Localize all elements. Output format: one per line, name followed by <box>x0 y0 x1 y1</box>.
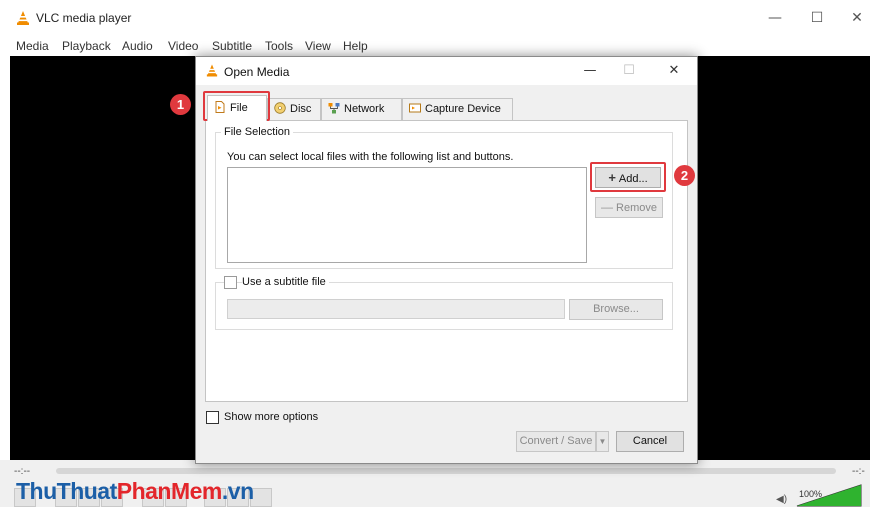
menu-playback[interactable]: Playback <box>62 39 111 53</box>
menu-help[interactable]: Help <box>343 39 368 53</box>
seek-slider[interactable] <box>56 468 836 474</box>
dialog-minimize-icon[interactable]: — <box>575 59 605 83</box>
cancel-button[interactable]: Cancel <box>616 431 684 452</box>
tab-file[interactable]: File <box>207 95 267 121</box>
dialog-maximize-icon: ☐ <box>623 63 635 78</box>
tab-disc-label: Disc <box>290 103 312 115</box>
speaker-icon[interactable]: ◀) <box>776 494 787 505</box>
menu-view[interactable]: View <box>305 39 331 53</box>
tab-network-label: Network <box>344 103 385 115</box>
close-icon[interactable]: ✕ <box>840 6 870 30</box>
file-selection-help: You can select local files with the foll… <box>227 151 514 163</box>
tab-capture-device[interactable]: Capture Device <box>402 98 513 120</box>
menu-video[interactable]: Video <box>168 39 198 53</box>
tab-disc[interactable]: Disc <box>267 98 321 120</box>
step2-highlight <box>590 162 666 192</box>
menu-tools[interactable]: Tools <box>265 39 293 53</box>
file-icon <box>215 101 225 113</box>
cancel-button-label: Cancel <box>632 435 668 447</box>
menu-media[interactable]: Media <box>16 39 49 53</box>
dialog-titlebar: Open Media — ☐ ✕ <box>196 57 697 85</box>
file-selection-title: File Selection <box>221 126 294 138</box>
file-list[interactable] <box>227 167 587 263</box>
vlc-cone-icon <box>17 11 29 25</box>
convert-save-label: Convert / Save <box>519 435 593 447</box>
show-more-options-checkbox[interactable] <box>206 411 219 424</box>
remove-button-label: Remove <box>616 202 657 214</box>
step2-badge: 2 <box>674 165 695 186</box>
step1-badge: 1 <box>170 94 191 115</box>
dialog-close-icon[interactable]: ✕ <box>659 59 689 83</box>
subtitle-file-input <box>227 299 565 319</box>
menu-audio[interactable]: Audio <box>122 39 153 53</box>
minus-icon: — <box>601 200 614 214</box>
minimize-icon[interactable]: — <box>758 6 792 30</box>
remaining-time: --:- <box>852 466 865 477</box>
dialog-title: Open Media <box>224 65 290 79</box>
main-titlebar: VLC media player — ☐ ✕ <box>0 0 870 36</box>
tab-network[interactable]: Network <box>321 98 402 120</box>
tab-capture-device-label: Capture Device <box>425 103 501 115</box>
browse-button: Browse... <box>569 299 663 320</box>
use-subtitle-label: Use a subtitle file <box>242 276 329 288</box>
window-title: VLC media player <box>36 11 132 25</box>
open-media-dialog: Open Media — ☐ ✕ File Disc Network Captu… <box>195 56 698 464</box>
convert-save-dropdown: ▼ <box>596 431 609 452</box>
remove-button: — Remove <box>595 197 663 218</box>
show-more-options-label: Show more options <box>224 411 319 423</box>
volume-slider[interactable] <box>793 481 865 507</box>
elapsed-time: --:-- <box>14 466 31 477</box>
maximize-icon[interactable]: ☐ <box>800 6 834 30</box>
browse-button-label: Browse... <box>593 303 639 315</box>
tab-file-label: File <box>230 102 248 114</box>
use-subtitle-checkbox[interactable] <box>224 276 237 289</box>
chevron-down-icon: ▼ <box>598 437 607 446</box>
capture-device-icon <box>409 103 421 113</box>
watermark-logo: ThuThuatPhanMem.vn <box>16 478 254 504</box>
network-icon <box>328 103 340 114</box>
convert-save-button: Convert / Save <box>516 431 596 452</box>
vlc-cone-icon <box>206 64 218 77</box>
menu-subtitle[interactable]: Subtitle <box>212 39 252 53</box>
menu-bar: Media Playback Audio Video Subtitle Tool… <box>0 36 870 56</box>
disc-icon <box>274 102 286 114</box>
